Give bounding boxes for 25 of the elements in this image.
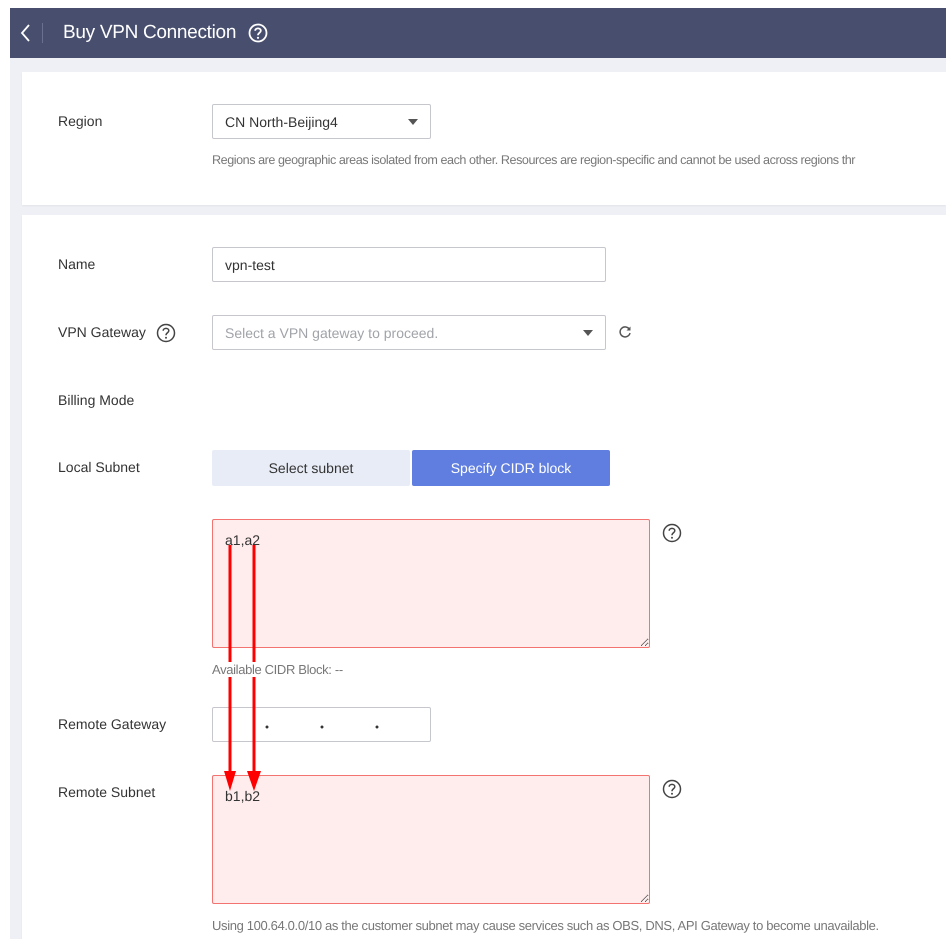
field-label: Billing Mode: [58, 390, 136, 410]
segment-tab[interactable]: Specify CIDR block: [412, 450, 610, 486]
caret-icon: [408, 118, 418, 124]
help-text: Available CIDR Block: --: [212, 662, 343, 677]
caret-icon: [583, 330, 593, 336]
field-label: Local Subnet: [58, 458, 141, 477]
name-input[interactable]: vpn-test: [212, 247, 606, 282]
help-icon[interactable]: [662, 779, 682, 799]
back-icon[interactable]: [20, 23, 32, 43]
field-label: VPN Gateway: [58, 315, 212, 350]
field-label: Remote Gateway: [58, 715, 168, 734]
cidr-textarea[interactable]: a1,a2: [212, 519, 650, 648]
help-icon[interactable]: [156, 322, 176, 342]
field-label: Region: [58, 112, 104, 131]
field-label: Remote Subnet: [58, 783, 156, 802]
help-icon[interactable]: [662, 523, 682, 543]
segment-tab[interactable]: Select subnet: [212, 450, 410, 486]
help-text: Regions are geographic areas isolated from each other. Resources are region-specific and cannot be used across regions thr: [212, 153, 856, 167]
help-text: Using 100.64.0.0/10 as the customer subnet may cause services such as OBS, DNS, API Gateway to become unavailable.: [212, 918, 879, 933]
refresh-icon[interactable]: [618, 325, 632, 339]
field-label: Name: [58, 255, 96, 274]
region-select[interactable]: CN North-Beijing4: [212, 104, 431, 139]
ip-address-field[interactable]: [212, 707, 431, 742]
cidr-textarea[interactable]: b1,b2: [212, 775, 650, 904]
page-title: Buy VPN Connection: [63, 22, 236, 44]
